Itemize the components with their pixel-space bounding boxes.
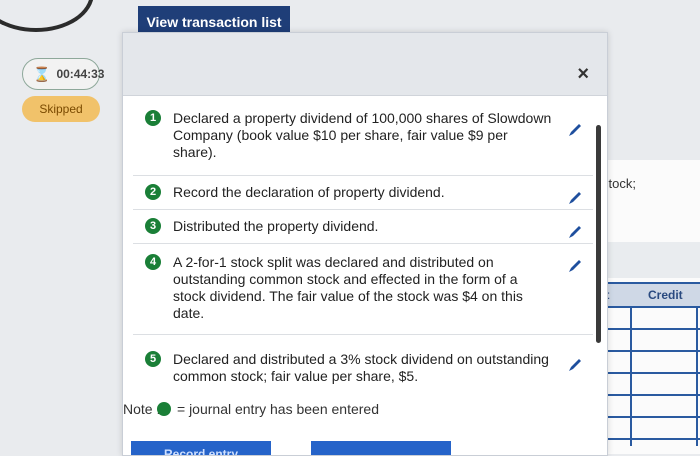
transaction-list-modal: × 1 Declared a property dividend of 100,… [122,32,608,456]
table-col-line [696,306,698,446]
transaction-text: Declared and distributed a 3% stock divi… [173,351,549,384]
transaction-list: 1 Declared a property dividend of 100,00… [123,96,607,399]
logo-ring [0,0,94,32]
table-row-line [600,438,700,440]
transaction-text: Declared a property dividend of 100,000 … [173,110,552,160]
table-row-line [600,416,700,418]
note-text: = journal entry has been entered [177,401,379,417]
transaction-item-4[interactable]: 4 A 2-for-1 stock split was declared and… [133,244,593,335]
modal-header: × [123,33,607,96]
note-label: Note : [123,401,161,417]
table-col-line [630,306,632,446]
edit-pencil-icon[interactable] [567,258,583,274]
edit-pencil-icon[interactable] [567,357,583,373]
table-row-line [600,328,700,330]
transaction-text: Record the declaration of property divid… [173,184,445,200]
credit-header: Credit [648,288,683,302]
edit-pencil-icon[interactable] [567,122,583,138]
entered-dot-icon [157,402,171,416]
hourglass-icon: ⌛ [33,65,51,82]
table-row-line [600,394,700,396]
transaction-item-1[interactable]: 1 Declared a property dividend of 100,00… [133,96,593,176]
edit-pencil-icon[interactable] [567,190,583,206]
timer-value: 00:44:33 [56,67,105,81]
transaction-item-3[interactable]: 3 Distributed the property dividend. [133,210,593,244]
background-band [600,242,700,278]
transaction-text: A 2-for-1 stock split was declared and d… [173,254,523,321]
check-number-2: 2 [145,184,161,200]
transaction-item-5[interactable]: 5 Declared and distributed a 3% stock di… [133,335,593,399]
check-number-4: 4 [145,254,161,270]
table-row-line [600,306,700,308]
close-icon[interactable]: × [577,63,589,86]
transaction-text: Distributed the property dividend. [173,218,379,234]
timer: ⌛ 00:44:33 [22,58,104,90]
check-number-5: 5 [145,351,161,367]
edit-pencil-icon[interactable] [567,224,583,240]
check-number-3: 3 [145,218,161,234]
transaction-item-2[interactable]: 2 Record the declaration of property div… [133,176,593,210]
check-number-1: 1 [145,110,161,126]
table-row-line [600,350,700,352]
modal-scrollbar[interactable] [596,125,601,343]
skipped-badge: Skipped [22,96,100,122]
table-row-line [600,372,700,374]
journal-table-header: it Credit [600,282,700,308]
